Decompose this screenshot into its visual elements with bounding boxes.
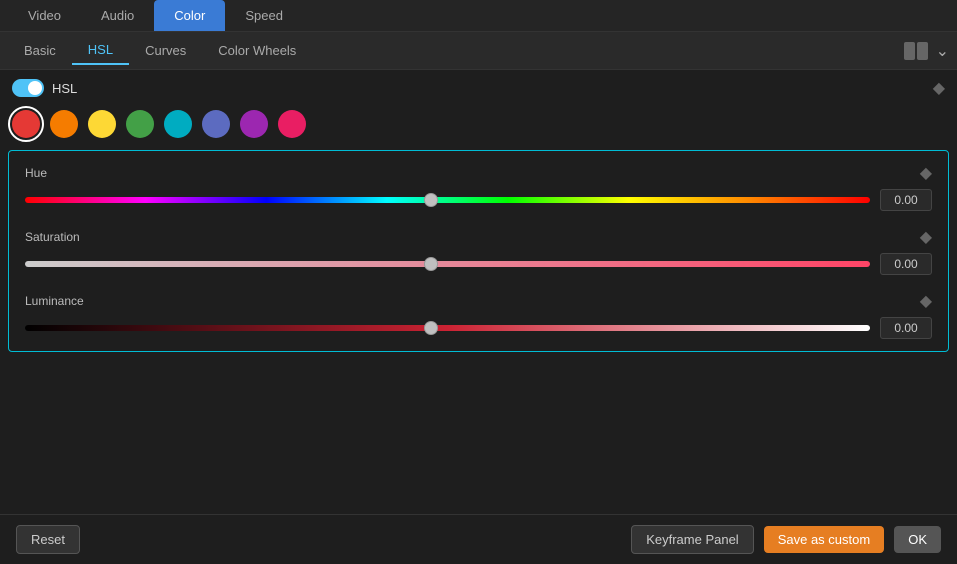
sub-tabs-bar: Basic HSL Curves Color Wheels ⌄ — [0, 32, 957, 70]
hue-value-input[interactable] — [880, 189, 932, 211]
saturation-value-input[interactable] — [880, 253, 932, 275]
save-as-custom-button[interactable]: Save as custom — [764, 526, 885, 553]
hue-track-container[interactable] — [25, 194, 870, 206]
bottom-bar-right: Keyframe Panel Save as custom OK — [631, 525, 941, 554]
hue-thumb[interactable] — [424, 193, 438, 207]
sub-tab-color-wheels[interactable]: Color Wheels — [202, 37, 312, 64]
hue-track — [25, 197, 870, 203]
circle-cyan[interactable] — [164, 110, 192, 138]
sub-tab-curves[interactable]: Curves — [129, 37, 202, 64]
tab-color[interactable]: Color — [154, 0, 225, 31]
circle-orange[interactable] — [50, 110, 78, 138]
luminance-diamond-icon[interactable]: ◆ — [920, 291, 932, 311]
reset-button[interactable]: Reset — [16, 525, 80, 554]
saturation-label: Saturation — [25, 230, 80, 244]
tab-audio[interactable]: Audio — [81, 0, 154, 31]
sub-tabs-right-controls: ⌄ — [904, 41, 949, 61]
luminance-slider-wrapper — [25, 317, 932, 339]
tab-speed[interactable]: Speed — [225, 0, 303, 31]
hsl-label: HSL — [52, 81, 77, 96]
saturation-slider-row: Saturation ◆ — [25, 227, 932, 275]
sub-tab-basic[interactable]: Basic — [8, 37, 72, 64]
tab-video[interactable]: Video — [8, 0, 81, 31]
toggle-knob — [28, 81, 42, 95]
hue-slider-header: Hue ◆ — [25, 163, 932, 183]
hue-diamond-icon[interactable]: ◆ — [920, 163, 932, 183]
top-tabs-bar: Video Audio Color Speed — [0, 0, 957, 32]
saturation-diamond-icon[interactable]: ◆ — [920, 227, 932, 247]
luminance-track — [25, 325, 870, 331]
ok-button[interactable]: OK — [894, 526, 941, 553]
saturation-track-container[interactable] — [25, 258, 870, 270]
color-circles-row — [0, 102, 957, 146]
saturation-thumb[interactable] — [424, 257, 438, 271]
bottom-bar: Reset Keyframe Panel Save as custom OK — [0, 514, 957, 564]
saturation-slider-header: Saturation ◆ — [25, 227, 932, 247]
hsl-toggle-switch[interactable] — [12, 79, 44, 97]
circle-blue[interactable] — [202, 110, 230, 138]
hue-slider-row: Hue ◆ — [25, 163, 932, 211]
circle-green[interactable] — [126, 110, 154, 138]
hue-slider-wrapper — [25, 189, 932, 211]
luminance-label: Luminance — [25, 294, 84, 308]
saturation-slider-wrapper — [25, 253, 932, 275]
hsl-diamond-icon[interactable]: ◆ — [933, 78, 945, 98]
circle-pink[interactable] — [278, 110, 306, 138]
keyframe-panel-button[interactable]: Keyframe Panel — [631, 525, 754, 554]
sub-tab-hsl[interactable]: HSL — [72, 36, 129, 65]
sliders-container: Hue ◆ Saturation ◆ Luminance ◆ — [8, 150, 949, 352]
luminance-slider-header: Luminance ◆ — [25, 291, 932, 311]
circle-yellow[interactable] — [88, 110, 116, 138]
circle-purple[interactable] — [240, 110, 268, 138]
hsl-header-row: HSL ◆ — [0, 70, 957, 102]
saturation-track — [25, 261, 870, 267]
dual-panel-icon[interactable] — [904, 42, 928, 60]
luminance-slider-row: Luminance ◆ — [25, 291, 932, 339]
hue-label: Hue — [25, 166, 47, 180]
luminance-track-container[interactable] — [25, 322, 870, 334]
chevron-down-icon[interactable]: ⌄ — [936, 41, 949, 61]
hsl-toggle-group: HSL — [12, 79, 77, 97]
circle-red[interactable] — [12, 110, 40, 138]
luminance-value-input[interactable] — [880, 317, 932, 339]
luminance-thumb[interactable] — [424, 321, 438, 335]
